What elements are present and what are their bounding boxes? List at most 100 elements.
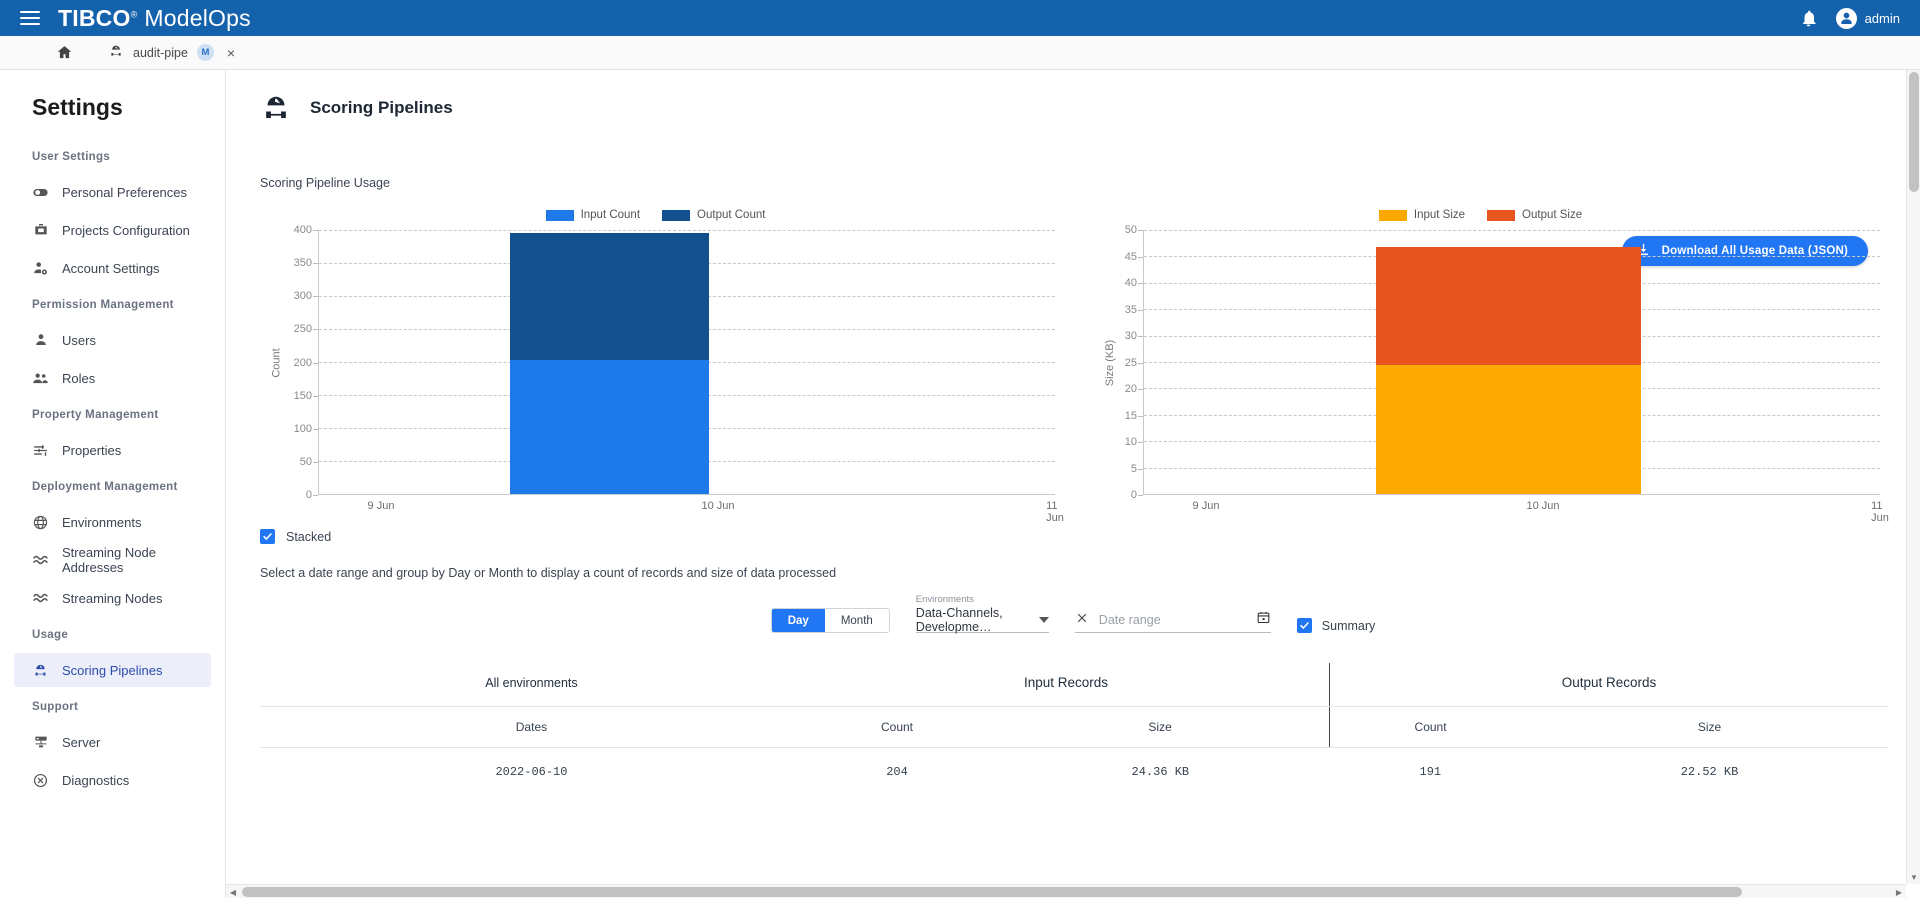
toggle-icon [32, 184, 49, 201]
cell-output-size: 22.52 KB [1531, 748, 1888, 797]
sidebar-item-label: Projects Configuration [62, 223, 190, 238]
cell-output-count: 191 [1330, 748, 1532, 797]
sidebar-title: Settings [0, 88, 225, 141]
environments-value: Data-Channels, Developme… [916, 606, 1039, 634]
user-icon [32, 332, 49, 349]
cell-date: 2022-06-10 [260, 748, 803, 797]
column-header-dates[interactable]: Dates [260, 707, 803, 748]
size-chart: Input Size Output Size Size (KB) 50 45 4… [1081, 204, 1880, 495]
section-label: Scoring Pipeline Usage [226, 124, 1920, 190]
scroll-down-icon[interactable]: ▼ [1907, 870, 1920, 884]
sidebar-item-properties[interactable]: Properties [14, 433, 211, 467]
close-icon[interactable] [1075, 611, 1089, 630]
y-tick: 0 [306, 489, 312, 501]
pipeline-icon [108, 43, 124, 62]
main-content: Scoring Pipelines Scoring Pipeline Usage… [226, 70, 1920, 898]
bar-10-jun[interactable] [1376, 246, 1641, 494]
column-header-input-size[interactable]: Size [991, 707, 1329, 748]
legend-label: Input Size [1414, 209, 1465, 221]
sidebar-item-users[interactable]: Users [14, 323, 211, 357]
date-range-input[interactable]: Date range [1099, 613, 1246, 627]
sidebar: Settings User Settings Personal Preferen… [0, 70, 226, 898]
account-menu[interactable]: admin [1836, 8, 1900, 29]
sidebar-item-diagnostics[interactable]: Diagnostics [14, 763, 211, 797]
sidebar-item-account-settings[interactable]: Account Settings [14, 251, 211, 285]
grouping-toggle[interactable]: Day Month [771, 608, 890, 633]
summary-option[interactable]: Summary [1297, 618, 1375, 633]
legend-output-count[interactable]: Output Count [662, 209, 765, 221]
y-tick: 50 [1125, 224, 1137, 236]
y-tick: 30 [1125, 330, 1137, 342]
diagnostics-icon [32, 772, 49, 789]
count-x-ticks: 9 Jun 10 Jun 11 Jun [381, 494, 1055, 514]
sidebar-item-projects-configuration[interactable]: Projects Configuration [14, 213, 211, 247]
sidebar-item-roles[interactable]: Roles [14, 361, 211, 395]
column-header-input-count[interactable]: Count [803, 707, 991, 748]
user-gear-icon [32, 260, 49, 277]
environments-label: Environments [916, 594, 974, 605]
summary-checkbox[interactable] [1297, 618, 1312, 633]
legend-input-size[interactable]: Input Size [1379, 209, 1465, 221]
cell-input-size: 24.36 KB [991, 748, 1329, 797]
sidebar-item-label: Diagnostics [62, 773, 129, 788]
bell-icon[interactable] [1799, 9, 1818, 28]
vertical-scrollbar-thumb[interactable] [1909, 72, 1919, 192]
sidebar-item-label: Users [62, 333, 96, 348]
y-tick: 350 [294, 257, 312, 269]
bar-segment-input-count [510, 360, 709, 495]
y-tick: 5 [1131, 463, 1137, 475]
sidebar-item-environments[interactable]: Environments [14, 505, 211, 539]
environments-select[interactable]: Environments Data-Channels, Developme… [916, 608, 1049, 633]
legend-input-count[interactable]: Input Count [546, 209, 640, 221]
y-tick: 25 [1125, 357, 1137, 369]
size-x-ticks: 9 Jun 10 Jun 11 Jun [1206, 494, 1880, 514]
wave-icon [32, 590, 49, 607]
calendar-icon[interactable] [1256, 610, 1271, 630]
scroll-left-icon[interactable]: ◀ [226, 885, 240, 898]
sidebar-item-streaming-nodes[interactable]: Streaming Nodes [14, 581, 211, 615]
page-header: Scoring Pipelines [226, 70, 1920, 124]
count-chart-legend: Input Count Output Count [256, 204, 1055, 226]
sidebar-group-property-management: Property Management [0, 399, 225, 429]
legend-swatch [1379, 210, 1407, 221]
x-tick: 9 Jun [1193, 494, 1220, 512]
horizontal-scrollbar[interactable]: ◀ ▶ [226, 884, 1906, 898]
sliders-icon [32, 442, 49, 459]
sidebar-item-streaming-node-addresses[interactable]: Streaming Node Addresses [14, 543, 211, 577]
brand-secondary: ModelOps [144, 5, 250, 32]
sidebar-item-label: Properties [62, 443, 121, 458]
sidebar-item-personal-preferences[interactable]: Personal Preferences [14, 175, 211, 209]
horizontal-scrollbar-thumb[interactable] [242, 887, 1742, 897]
y-tick: 35 [1125, 304, 1137, 316]
table-sub-header-row: Dates Count Size Count Size [260, 707, 1888, 748]
table-row[interactable]: 2022-06-10 204 24.36 KB 191 22.52 KB [260, 748, 1888, 797]
hamburger-icon[interactable] [20, 11, 40, 25]
column-header-output-count[interactable]: Count [1330, 707, 1532, 748]
sidebar-item-server[interactable]: Server [14, 725, 211, 759]
sidebar-group-support: Support [0, 691, 225, 721]
count-plot: Count 400 350 300 250 200 150 100 50 0 [256, 230, 1055, 495]
home-icon[interactable] [34, 36, 94, 69]
bar-10-jun[interactable] [510, 233, 709, 494]
tab-badge: M [197, 44, 214, 61]
grouping-option-day[interactable]: Day [772, 609, 825, 632]
stacked-checkbox[interactable] [260, 529, 275, 544]
vertical-scrollbar[interactable]: ▲ ▼ [1906, 70, 1920, 884]
pipeline-icon [260, 92, 292, 124]
chevron-down-icon[interactable] [1039, 617, 1049, 623]
legend-swatch [546, 210, 574, 221]
pipeline-icon [32, 662, 49, 679]
column-header-output-size[interactable]: Size [1531, 707, 1888, 748]
close-icon[interactable]: × [223, 46, 239, 60]
date-range-field[interactable]: Date range [1075, 608, 1271, 633]
tab-audit-pipe[interactable]: audit-pipe M × [94, 36, 253, 69]
y-tick: 50 [300, 456, 312, 468]
scroll-right-icon[interactable]: ▶ [1892, 885, 1906, 898]
count-chart: Input Count Output Count Count 400 350 3… [256, 204, 1055, 495]
legend-output-size[interactable]: Output Size [1487, 209, 1582, 221]
legend-label: Output Size [1522, 209, 1582, 221]
sidebar-item-scoring-pipelines[interactable]: Scoring Pipelines [14, 653, 211, 687]
sidebar-item-label: Server [62, 735, 100, 750]
y-tick: 40 [1125, 277, 1137, 289]
grouping-option-month[interactable]: Month [825, 609, 889, 632]
